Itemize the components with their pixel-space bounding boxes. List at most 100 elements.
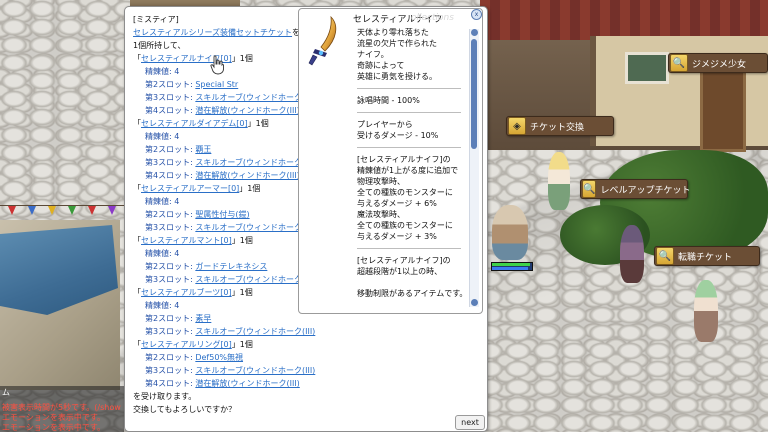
next-button[interactable]: next bbox=[455, 415, 485, 430]
slot-label: 第2スロット bbox=[145, 314, 191, 323]
slot-label: 第3スロット bbox=[145, 327, 191, 336]
refine-label: 精錬値 bbox=[145, 197, 169, 206]
description-divider bbox=[357, 112, 461, 113]
bunting-flag bbox=[48, 206, 56, 215]
npc-name: [ミスティア] bbox=[133, 15, 179, 24]
refine-label: 精錬値 bbox=[145, 132, 169, 141]
slot-label: 第3スロット bbox=[145, 366, 191, 375]
npc-plate-job-change-ticket[interactable]: 🔍 転職チケット bbox=[654, 246, 760, 266]
slot-line: 第2スロット: Special Str bbox=[133, 78, 303, 91]
description-line: 受けるダメージ - 10% bbox=[357, 131, 439, 140]
description-line: 全ての種族のモンスターに bbox=[357, 221, 453, 230]
slot-value-link[interactable]: Def50%無視 bbox=[195, 353, 243, 362]
description-line: 精錬値が1上がる度に追加で bbox=[357, 166, 459, 175]
description-divider bbox=[357, 88, 461, 89]
equipment-qty: 」1個 bbox=[247, 119, 269, 128]
intro-line: セレスティアルシリーズ装備セットチケットを bbox=[133, 26, 303, 39]
bracket-open: 「 bbox=[133, 54, 141, 63]
slot-value-link[interactable]: 潜在解放(ウィンドホーク(III) bbox=[195, 171, 299, 180]
equipment-link[interactable]: セレスティアルダイアデム[0] bbox=[141, 119, 248, 128]
building-roof bbox=[480, 0, 768, 40]
slot-line: 第2スロット: Def50%無視 bbox=[133, 351, 303, 364]
npc-name-line: [ミスティア] bbox=[133, 13, 303, 26]
equipment-link[interactable]: セレスティアルアーマー[0] bbox=[141, 184, 239, 193]
description-line: 天体より零れ落ちた bbox=[357, 28, 429, 37]
slot-line: 第4スロット: 潜在解放(ウィンドホーク(III) bbox=[133, 169, 303, 182]
equipment-qty: 」1個 bbox=[231, 288, 253, 297]
slot-value-link[interactable]: 潜在解放(ウィンドホーク(III) bbox=[195, 106, 299, 115]
npc-plate-jimejime[interactable]: 🔍 ジメジメ少女 bbox=[668, 53, 768, 73]
npc-character-green-hair[interactable] bbox=[694, 280, 718, 342]
intro-text: 1個所持して、 bbox=[133, 41, 186, 50]
equipment-link[interactable]: セレスティアルリング[0] bbox=[141, 340, 232, 349]
bracket-open: 「 bbox=[133, 236, 141, 245]
set-ticket-link[interactable]: セレスティアルシリーズ装備セットチケット bbox=[133, 28, 292, 37]
slot-value-link[interactable]: 覇王 bbox=[195, 145, 211, 154]
slot-value-link[interactable]: 素早 bbox=[195, 314, 211, 323]
equipment-qty: 」1個 bbox=[231, 54, 253, 63]
refine-line: 精錬値: 4 bbox=[133, 299, 303, 312]
item-scrollbar[interactable] bbox=[469, 29, 479, 307]
refine-value: : 4 bbox=[169, 132, 180, 141]
building-window bbox=[625, 52, 669, 84]
refine-line: 精錬値: 4 bbox=[133, 130, 303, 143]
scroll-down-icon[interactable] bbox=[471, 299, 478, 306]
slot-label: 第3スロット bbox=[145, 93, 191, 102]
magnifier-icon: 🔍 bbox=[656, 247, 674, 265]
npc-plate-label: ジメジメ少女 bbox=[692, 59, 747, 70]
scroll-up-icon[interactable] bbox=[471, 29, 478, 36]
slot-value-link[interactable]: スキルオーブ(ウィンドホーク(III) bbox=[195, 366, 315, 375]
npc-plate-levelup-ticket[interactable]: 🔍 レベルアップチケット bbox=[580, 179, 691, 199]
slot-label: 第3スロット bbox=[145, 223, 191, 232]
bunting-flag bbox=[28, 206, 36, 215]
slot-label: 第2スロット bbox=[145, 353, 191, 362]
slot-value-link[interactable]: Special Str bbox=[195, 80, 238, 89]
description-line bbox=[357, 277, 465, 288]
slot-label: 第4スロット bbox=[145, 379, 191, 388]
chat-line: エモーションを表示中です。 bbox=[2, 423, 106, 432]
refine-label: 精錬値 bbox=[145, 301, 169, 310]
slot-label: 第3スロット bbox=[145, 275, 191, 284]
slot-value-link[interactable]: スキルオーブ(ウィンドホーク(III) bbox=[195, 327, 315, 336]
slot-line: 第4スロット: 潜在解放(ウィンドホーク(III) bbox=[133, 104, 303, 117]
close-icon[interactable]: x bbox=[471, 9, 482, 20]
slot-label: 第3スロット bbox=[145, 158, 191, 167]
slot-value-link[interactable]: ガードテレキネシス bbox=[195, 262, 267, 271]
building-door bbox=[700, 70, 746, 152]
bunting-flag bbox=[88, 206, 96, 215]
refine-value: : 4 bbox=[169, 197, 180, 206]
refine-label: 精錬値 bbox=[145, 67, 169, 76]
npc-plate-label: レベルアップチケット bbox=[600, 185, 691, 196]
refine-line: 精錬値: 4 bbox=[133, 195, 303, 208]
npc-character-girl[interactable] bbox=[548, 152, 570, 210]
bracket-open: 「 bbox=[133, 340, 141, 349]
equipment-line: 「セレスティアルダイアデム[0]」1個 bbox=[133, 117, 303, 130]
slot-line: 第4スロット: 潜在解放(ウィンドホーク(III) bbox=[133, 377, 303, 390]
confirm-question: 交換してもよろしいですか？ bbox=[133, 405, 237, 414]
exchange-icon: ◈ bbox=[508, 117, 526, 135]
description-line: 全ての種族のモンスターに bbox=[357, 188, 453, 197]
item-description-window[interactable]: セレスティアルナイフ ollections x 天体より零れ落ちた 流星の欠片で作… bbox=[298, 8, 483, 314]
slot-value-link[interactable]: 聖属性付与(鎧) bbox=[195, 210, 249, 219]
slot-line: 第3スロット: スキルオーブ(ウィンドホーク(III) bbox=[133, 91, 315, 104]
equipment-line: 「セレスティアルマント[0]」1個 bbox=[133, 234, 303, 247]
bunting-flag bbox=[68, 206, 76, 215]
description-line: 与えるダメージ + 6% bbox=[357, 199, 437, 208]
scroll-thumb[interactable] bbox=[471, 39, 477, 149]
hp-fill bbox=[492, 263, 530, 266]
equipment-line: 「セレスティアルアーマー[0]」1個 bbox=[133, 182, 303, 195]
refine-value: : 4 bbox=[169, 249, 180, 258]
player-character[interactable] bbox=[492, 205, 528, 260]
slot-line: 第3スロット: スキルオーブ(ウィンドホーク(III) bbox=[133, 156, 315, 169]
bracket-open: 「 bbox=[133, 119, 141, 128]
npc-character-merchant[interactable] bbox=[620, 225, 644, 283]
slot-label: 第2スロット bbox=[145, 210, 191, 219]
equipment-link[interactable]: セレスティアルマント[0] bbox=[141, 236, 232, 245]
chat-line: ム bbox=[2, 388, 10, 397]
refine-value: : 4 bbox=[169, 67, 180, 76]
slot-value-link[interactable]: 潜在解放(ウィンドホーク(III) bbox=[195, 379, 299, 388]
equipment-line: 「セレスティアルリング[0]」1個 bbox=[133, 338, 303, 351]
equipment-link[interactable]: セレスティアルブーツ[0] bbox=[141, 288, 232, 297]
npc-plate-ticket-exchange[interactable]: ◈ チケット交換 bbox=[506, 116, 614, 136]
chat-line: 被害表示時間が5秒です。(/show bbox=[2, 403, 121, 412]
